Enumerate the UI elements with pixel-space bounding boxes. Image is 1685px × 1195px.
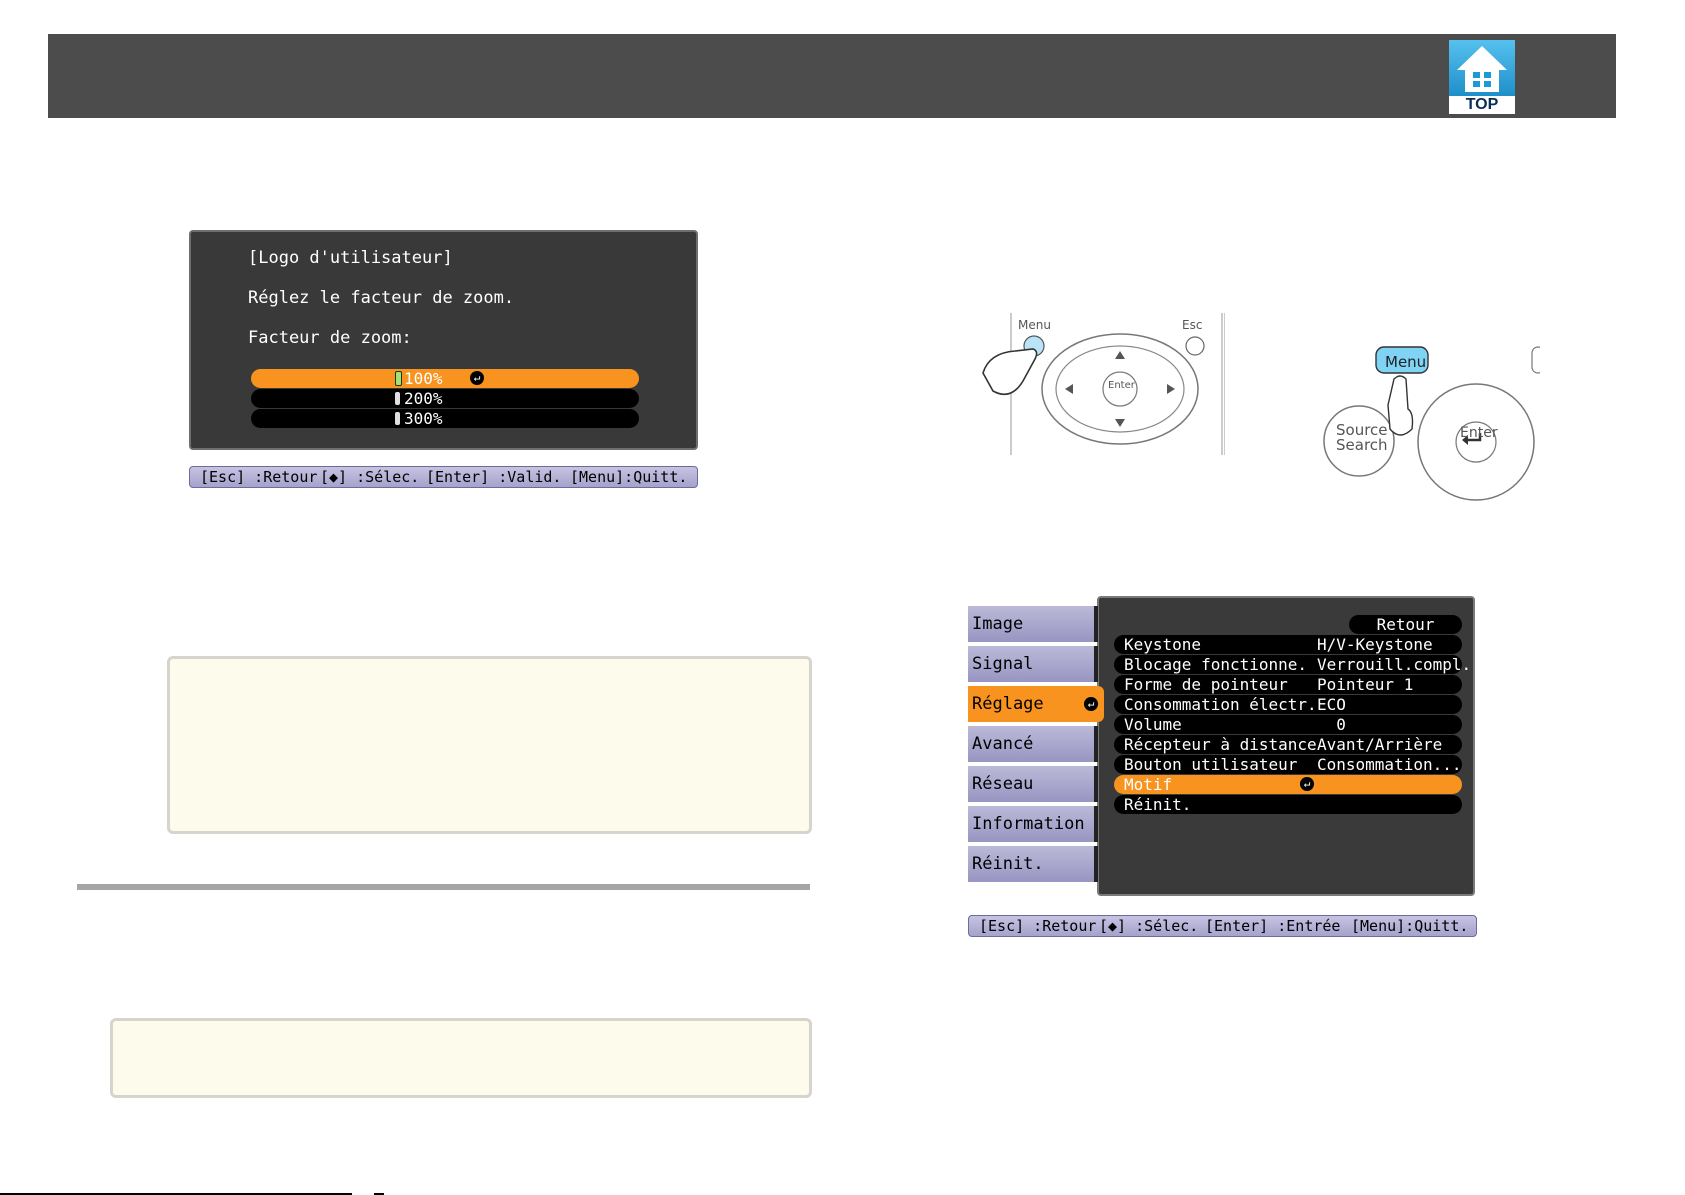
menu-row-recepteur[interactable]: Récepteur à distance Avant/Arrière [1114,735,1462,754]
menu-row-consommation[interactable]: Consommation électr. ECO [1114,695,1462,714]
menu-row-bouton[interactable]: Bouton utilisateur Consommation... [1114,755,1462,774]
enter-button-label: Enter [1460,425,1498,441]
dialog-title: [Logo d'utilisateur] [248,248,453,268]
tab-reinit[interactable]: Réinit. [968,846,1098,882]
control-panel-illustration: Menu Source Search Enter [1310,345,1545,505]
tab-label: Réglage [972,694,1044,714]
help-select: [◆] :Sélec. [320,468,420,486]
row-label: Keystone [1124,635,1202,654]
menu-row-keystone[interactable]: Keystone H/V-Keystone [1114,635,1462,654]
note-box [167,656,812,834]
header-bar [48,34,1616,118]
zoom-option-label: 300% [404,409,443,428]
row-value: ECO [1317,695,1346,714]
row-label: Consommation électr. [1124,695,1317,714]
enter-icon: ↵ [1300,777,1314,791]
tab-avance[interactable]: Avancé [968,726,1098,762]
zoom-field-label: Facteur de zoom: [248,328,412,348]
menu-row-motif[interactable]: Motif ↵ [1114,775,1462,794]
enter-icon: ↵ [1084,697,1098,711]
tab-reglage[interactable]: Réglage ↵ [968,686,1104,722]
zoom-dialog: [Logo d'utilisateur] Réglez le facteur d… [189,230,698,450]
menu-help-bar: [Esc] :Retour [◆] :Sélec. [Enter] :Entré… [968,915,1477,937]
help-menu: [Menu]:Quitt. [570,468,688,486]
menu-row-volume[interactable]: Volume 0 [1114,715,1462,734]
section-divider [77,884,810,890]
menu-row-blocage[interactable]: Blocage fonctionne. Verrouill.compl. [1114,655,1471,674]
top-button[interactable]: TOP [1449,40,1515,114]
row-label: Volume [1124,715,1182,734]
zoom-option-label: 100% [404,369,443,388]
zoom-option-200[interactable]: 200% [251,389,639,408]
zoom-help-bar: [Esc] :Retour [◆] :Sélec. [Enter] :Valid… [189,466,698,488]
remote-illustration: Menu Esc Enter [975,313,1226,455]
row-value: Avant/Arrière [1317,735,1443,754]
tab-signal[interactable]: Signal [968,646,1098,682]
note-box [110,1018,812,1098]
row-value: 0 [1317,715,1346,734]
row-label: Forme de pointeur [1124,675,1288,694]
esc-button-label: Esc [1182,318,1203,332]
top-label: TOP [1465,96,1499,113]
back-button[interactable]: Retour [1349,615,1462,634]
row-label: Blocage fonctionne. [1124,655,1308,674]
row-value: Consommation... [1317,755,1462,774]
row-value: H/V-Keystone [1317,635,1433,654]
tab-information[interactable]: Information [968,806,1098,842]
menu-button-label: Menu [1385,353,1427,371]
dialog-instruction: Réglez le facteur de zoom. [248,288,515,308]
row-value: Verrouill.compl. [1317,655,1472,674]
help-esc: [Esc] :Retour [979,917,1097,935]
row-label: Bouton utilisateur [1124,755,1298,774]
selection-bar-icon [395,412,400,425]
row-label: Réinit. [1124,795,1192,814]
zoom-option-300[interactable]: 300% [251,409,639,428]
row-label: Motif [1124,775,1173,794]
help-enter: [Enter] :Valid. [426,468,562,486]
menu-row-reinit[interactable]: Réinit. [1114,795,1462,814]
help-select: [◆] :Sélec. [1099,917,1199,935]
help-esc: [Esc] :Retour [200,468,318,486]
zoom-option-label: 200% [404,389,443,408]
row-label: Récepteur à distance [1124,735,1317,754]
selection-bar-icon [395,371,402,386]
help-menu: [Menu]:Quitt. [1351,917,1469,935]
menu-row-pointeur[interactable]: Forme de pointeur Pointeur 1 [1114,675,1462,694]
menu-button-label: Menu [1018,318,1051,332]
tab-image[interactable]: Image [968,606,1098,642]
tab-reseau[interactable]: Réseau [968,766,1098,802]
selection-bar-icon [395,392,400,405]
zoom-option-100[interactable]: 100% ↵ [251,369,639,388]
enter-icon: ↵ [470,371,484,385]
help-enter: [Enter] :Entrée [1205,917,1341,935]
search-button-label: Search [1336,436,1388,454]
row-value: Pointeur 1 [1317,675,1414,694]
enter-button-label: Enter [1108,380,1135,391]
